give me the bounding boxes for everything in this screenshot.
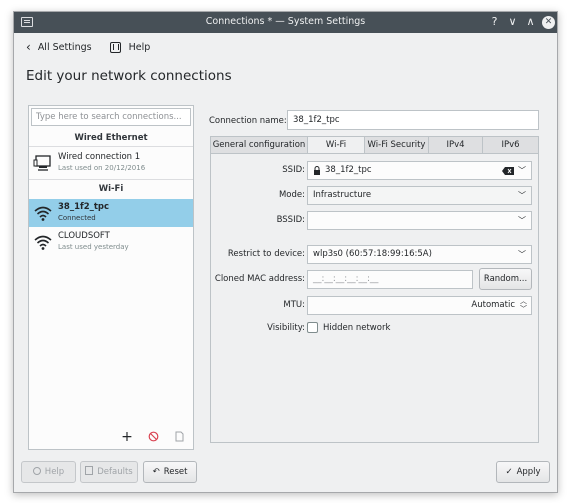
connection-status: Connected — [58, 214, 96, 222]
connection-status: Last used on 20/12/2016 — [58, 164, 146, 172]
close-icon[interactable]: ✕ — [542, 16, 555, 29]
window-title: Connections * — System Settings — [205, 16, 366, 27]
add-icon[interactable]: + — [121, 430, 133, 444]
defaults-button-label: Defaults — [97, 467, 133, 477]
mtu-spinbox[interactable]: Automatic ︿ ﹀ — [307, 296, 532, 315]
clear-icon[interactable] — [502, 167, 514, 175]
minimize-icon[interactable]: ∨ — [505, 14, 520, 29]
hidden-network-label[interactable]: Hidden network — [323, 323, 390, 333]
help-icon[interactable] — [109, 41, 121, 53]
connection-item-wired[interactable]: Wired connection 1 Last used on 20/12/20… — [29, 149, 193, 177]
tab-general-configuration[interactable]: General configuration — [210, 136, 308, 154]
wifi-icon — [34, 206, 52, 221]
connection-name: CLOUDSOFT — [58, 231, 110, 241]
chevron-down-icon[interactable]: ﹀ — [518, 249, 526, 260]
restrict-device-select[interactable]: wlp3s0 (60:57:18:99:16:5A) ﹀ — [307, 245, 532, 264]
restrict-device-value: wlp3s0 (60:57:18:99:16:5A) — [313, 249, 432, 259]
mtu-label: MTU: — [283, 300, 305, 310]
hidden-network-checkbox[interactable] — [307, 322, 318, 333]
defaults-button[interactable]: Defaults — [80, 461, 138, 483]
all-settings-link[interactable]: All Settings — [38, 42, 92, 53]
help-window-icon[interactable]: ? — [487, 14, 502, 29]
connection-list-panel: Type here to search connections... Wired… — [28, 105, 194, 450]
chevron-down-icon[interactable]: ﹀ — [518, 165, 526, 176]
chevron-down-icon[interactable]: ﹀ — [518, 215, 526, 226]
list-actions: + — [121, 430, 185, 444]
tab-ipv6[interactable]: IPv6 — [483, 136, 539, 154]
spin-arrows-icon[interactable]: ︿ ﹀ — [520, 297, 527, 313]
apply-button-label: Apply — [516, 467, 541, 477]
checkmark-icon: ✓ — [505, 467, 513, 477]
connection-name-input[interactable]: 38_1f2_tpc — [287, 110, 539, 130]
section-wired: Wired Ethernet — [74, 133, 148, 143]
export-icon[interactable] — [173, 431, 185, 443]
divider — [29, 146, 193, 147]
reset-button[interactable]: ↶ Reset — [143, 461, 197, 483]
connection-status: Last used yesterday — [58, 243, 129, 251]
mtu-value: Automatic — [471, 300, 515, 310]
lock-icon — [314, 166, 320, 175]
mode-select[interactable]: Infrastructure ﹀ — [307, 186, 532, 205]
wired-network-icon — [33, 155, 51, 171]
cloned-mac-input[interactable]: __:__:__:__:__:__ — [307, 270, 473, 289]
defaults-icon — [85, 466, 94, 475]
help-button-icon — [32, 467, 41, 475]
tab-bar: General configuration Wi-Fi Wi-Fi Securi… — [210, 136, 539, 154]
ssid-value: 38_1f2_tpc — [325, 165, 372, 175]
connection-name-label: Connection name: — [209, 116, 287, 126]
top-nav: ‹ All Settings Help — [26, 40, 150, 54]
back-chevron-icon[interactable]: ‹ — [26, 40, 31, 54]
tab-wifi-security[interactable]: Wi-Fi Security — [365, 136, 429, 154]
cloned-mac-label: Cloned MAC address: — [214, 274, 305, 284]
ssid-label: SSID: — [282, 165, 305, 175]
connection-name: 38_1f2_tpc — [58, 202, 110, 212]
reset-button-label: Reset — [163, 467, 188, 477]
connection-item-cloudsoft[interactable]: CLOUDSOFT Last used yesterday — [29, 228, 193, 256]
search-input[interactable]: Type here to search connections... — [31, 108, 191, 126]
bssid-label: BSSID: — [276, 215, 305, 225]
wifi-tab-pane: SSID: 38_1f2_tpc ﹀ Mode: Infrastructure … — [210, 153, 539, 443]
help-link[interactable]: Help — [129, 42, 151, 53]
system-settings-window: Connections * — System Settings ? ∨ ∧ ✕ … — [13, 11, 558, 493]
tab-ipv4[interactable]: IPv4 — [429, 136, 483, 154]
remove-icon[interactable] — [147, 431, 159, 443]
help-button-label: Help — [44, 467, 65, 477]
apply-button[interactable]: ✓ Apply — [496, 461, 550, 483]
restrict-device-label: Restrict to device: — [227, 249, 305, 259]
maximize-icon[interactable]: ∧ — [523, 14, 538, 29]
connection-item-38-1f2-tpc[interactable]: 38_1f2_tpc Connected — [29, 199, 193, 227]
mode-value: Infrastructure — [313, 190, 372, 200]
bssid-combobox[interactable]: ﹀ — [307, 211, 532, 230]
wifi-icon — [34, 235, 52, 250]
random-button[interactable]: Random... — [479, 268, 532, 290]
connection-name: Wired connection 1 — [58, 152, 141, 162]
chevron-down-icon[interactable]: ﹀ — [518, 190, 526, 201]
divider — [29, 179, 193, 180]
page-title: Edit your network connections — [26, 68, 232, 84]
help-button[interactable]: Help — [21, 461, 76, 483]
tab-wifi[interactable]: Wi-Fi — [308, 136, 365, 154]
ssid-combobox[interactable]: 38_1f2_tpc ﹀ — [307, 161, 532, 180]
reset-icon: ↶ — [152, 467, 160, 477]
visibility-label: Visibility: — [267, 323, 305, 333]
titlebar[interactable]: Connections * — System Settings ? ∨ ∧ ✕ — [14, 12, 557, 33]
section-wifi: Wi-Fi — [98, 184, 124, 194]
mode-label: Mode: — [278, 190, 305, 200]
